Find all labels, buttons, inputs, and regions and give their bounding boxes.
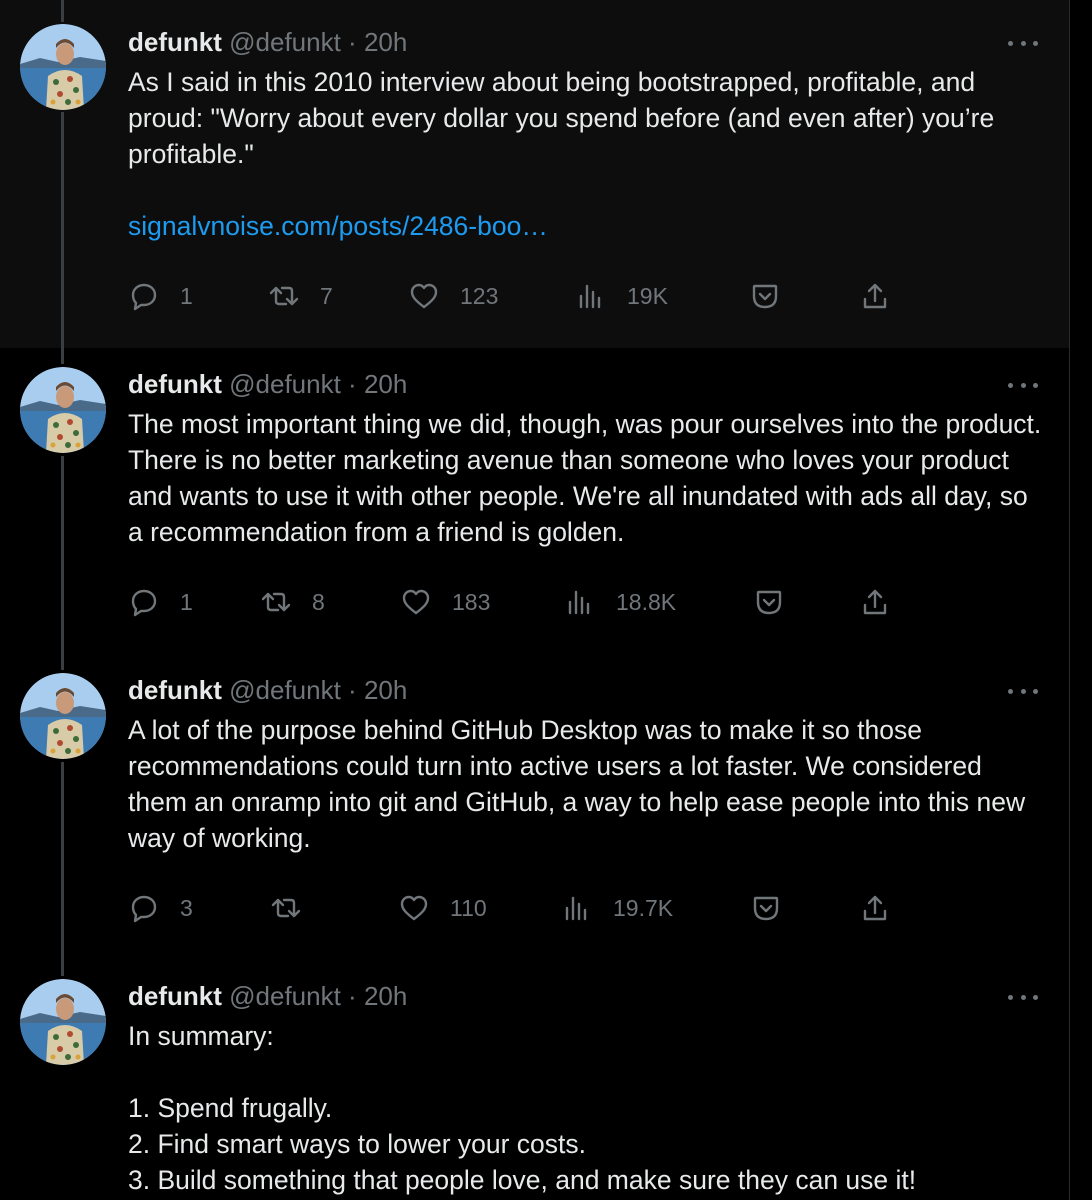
tweet-text: A lot of the purpose behind GitHub Deskt… — [128, 715, 1033, 853]
views-button[interactable]: 19.7K — [561, 888, 673, 928]
retweet-icon — [271, 898, 301, 918]
separator-dot: · — [348, 27, 357, 57]
tweet[interactable]: defunkt @defunkt · 20h As I said in this… — [0, 0, 1069, 348]
views-button[interactable]: 18.8K — [564, 582, 676, 622]
retweet-icon — [261, 592, 291, 612]
tweet-header: defunkt @defunkt · 20h — [128, 25, 407, 59]
view-count: 19.7K — [613, 894, 674, 921]
view-count: 19K — [627, 282, 668, 309]
author-handle[interactable]: @defunkt — [229, 369, 341, 399]
thread-line — [61, 654, 64, 670]
reply-icon — [131, 283, 157, 311]
timestamp[interactable]: 20h — [364, 981, 407, 1011]
author-name[interactable]: defunkt — [128, 369, 222, 399]
retweet-icon — [269, 286, 299, 306]
reply-count: 1 — [180, 588, 193, 615]
heart-icon — [402, 589, 430, 615]
reply-count: 1 — [180, 282, 193, 309]
retweet-button[interactable] — [270, 888, 322, 928]
share-button[interactable] — [859, 888, 891, 928]
avatar[interactable] — [20, 367, 106, 453]
share-button[interactable] — [859, 582, 891, 622]
retweet-button[interactable]: 8 — [260, 582, 325, 622]
author-name[interactable]: defunkt — [128, 981, 222, 1011]
views-icon — [565, 896, 587, 921]
bookmark-button[interactable] — [749, 276, 781, 316]
heart-icon — [410, 283, 438, 309]
timestamp[interactable]: 20h — [364, 27, 407, 57]
tweet-text: As I said in this 2010 interview about b… — [128, 64, 1043, 244]
retweet-count: 8 — [312, 588, 325, 615]
like-count: 183 — [452, 588, 491, 615]
reply-icon — [131, 895, 157, 923]
views-icon — [568, 590, 590, 615]
author-handle[interactable]: @defunkt — [229, 27, 341, 57]
bookmark-icon — [756, 590, 782, 615]
tweet-header: defunkt @defunkt · 20h — [128, 673, 407, 707]
bookmark-icon — [752, 284, 778, 309]
scrollbar[interactable] — [1069, 0, 1092, 1200]
like-count: 123 — [460, 282, 499, 309]
avatar[interactable] — [20, 24, 106, 110]
action-bar: 1 7 123 19K — [128, 276, 908, 316]
views-button[interactable]: 19K — [575, 276, 668, 316]
like-button[interactable]: 123 — [408, 276, 498, 316]
reply-button[interactable]: 1 — [128, 276, 193, 316]
author-handle[interactable]: @defunkt — [229, 981, 341, 1011]
avatar[interactable] — [20, 673, 106, 759]
action-bar: 3 110 19.7K — [128, 888, 908, 928]
thread-timeline: defunkt @defunkt · 20h As I said in this… — [0, 0, 1092, 1200]
share-icon — [863, 283, 887, 309]
more-icon[interactable] — [1008, 987, 1038, 1007]
like-button[interactable]: 183 — [400, 582, 490, 622]
retweet-button[interactable]: 7 — [268, 276, 333, 316]
tweet-text-content: As I said in this 2010 interview about b… — [128, 67, 1002, 169]
timestamp[interactable]: 20h — [364, 675, 407, 705]
view-count: 18.8K — [616, 588, 677, 615]
tweet-link[interactable]: signalvnoise.com/posts/2486-boo… — [128, 211, 548, 241]
more-icon[interactable] — [1008, 375, 1038, 395]
tweet-header: defunkt @defunkt · 20h — [128, 979, 407, 1013]
thread-line — [61, 960, 64, 976]
views-icon — [579, 284, 601, 309]
share-icon — [863, 589, 887, 615]
reply-count: 3 — [180, 894, 193, 921]
like-button[interactable]: 110 — [398, 888, 487, 928]
bookmark-button[interactable] — [753, 582, 785, 622]
thread-line — [61, 0, 64, 22]
tweet[interactable]: defunkt @defunkt · 20h The most importan… — [0, 348, 1069, 654]
more-icon[interactable] — [1008, 33, 1038, 53]
tweet[interactable]: defunkt @defunkt · 20h In summary: 1. Sp… — [0, 960, 1069, 1200]
reply-icon — [131, 589, 157, 617]
thread-line — [61, 762, 64, 960]
tweet-text: The most important thing we did, though,… — [128, 409, 1049, 547]
bookmark-button[interactable] — [750, 888, 782, 928]
reply-button[interactable]: 1 — [128, 582, 193, 622]
thread-line — [61, 456, 64, 654]
author-handle[interactable]: @defunkt — [229, 675, 341, 705]
tweet[interactable]: defunkt @defunkt · 20h A lot of the purp… — [0, 654, 1069, 960]
author-name[interactable]: defunkt — [128, 675, 222, 705]
thread-line — [61, 348, 64, 364]
share-icon — [863, 895, 887, 921]
tweet-text: In summary: 1. Spend frugally. 2. Find s… — [128, 1021, 917, 1195]
thread-line — [61, 112, 64, 348]
tweet-header: defunkt @defunkt · 20h — [128, 367, 407, 401]
avatar[interactable] — [20, 979, 106, 1065]
like-count: 110 — [450, 894, 487, 921]
separator-dot: · — [348, 675, 357, 705]
action-bar: 1 8 183 18.8K — [128, 582, 908, 622]
bookmark-icon — [753, 896, 779, 921]
more-icon[interactable] — [1008, 681, 1038, 701]
share-button[interactable] — [859, 276, 891, 316]
retweet-count: 7 — [320, 282, 333, 309]
author-name[interactable]: defunkt — [128, 27, 222, 57]
separator-dot: · — [348, 369, 357, 399]
heart-icon — [400, 895, 428, 921]
reply-button[interactable]: 3 — [128, 888, 193, 928]
separator-dot: · — [348, 981, 357, 1011]
timestamp[interactable]: 20h — [364, 369, 407, 399]
